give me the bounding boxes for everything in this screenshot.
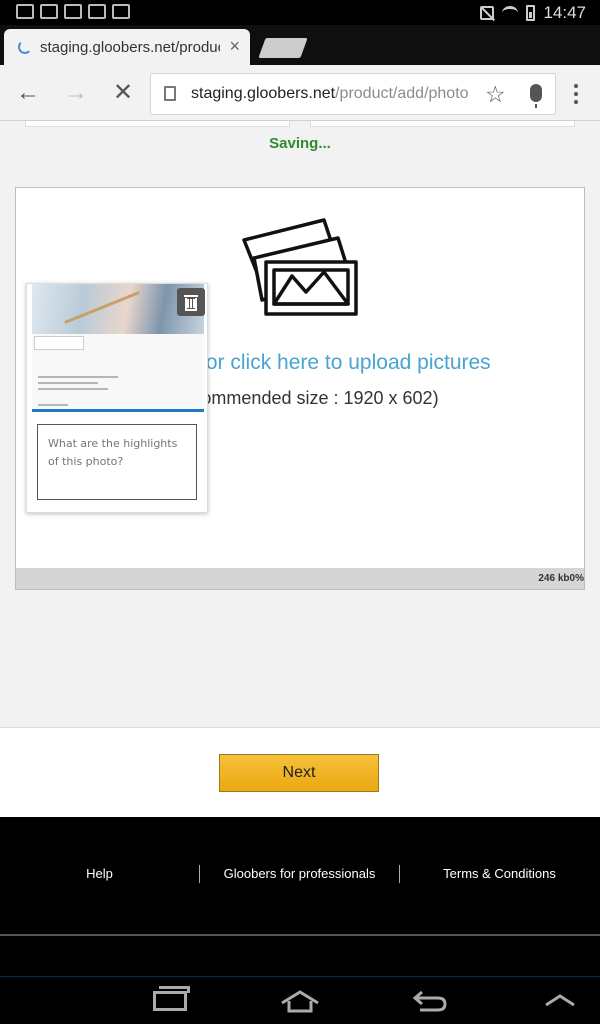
form-field-left	[25, 121, 290, 127]
forward-arrow-icon[interactable]: →	[64, 79, 88, 107]
home-icon[interactable]	[280, 989, 320, 1013]
footer-link-terms[interactable]: Terms & Conditions	[400, 866, 599, 881]
back-icon[interactable]	[412, 989, 448, 1013]
footer-link-help[interactable]: Help	[0, 866, 199, 881]
gmail-icon	[16, 4, 34, 19]
stop-loading-icon[interactable]: ✕	[113, 79, 133, 107]
messages-icon	[40, 4, 58, 19]
close-tab-icon[interactable]: ×	[229, 36, 240, 57]
status-bar: 14:47	[0, 0, 600, 25]
form-field-right	[310, 121, 575, 127]
thumbnail-line	[38, 388, 108, 390]
delete-photo-button[interactable]	[177, 288, 205, 316]
tab-title: staging.gloobers.net/product/add/photo	[40, 38, 220, 56]
bookmark-star-icon[interactable]: ☆	[485, 81, 506, 108]
thumbnail-line	[38, 382, 98, 384]
browser-toolbar: ← → ✕ staging.gloobers.net/product/add/p…	[0, 65, 600, 121]
page-icon	[164, 86, 176, 101]
thumbnail-edit-box	[34, 336, 84, 350]
browser-tab[interactable]: staging.gloobers.net/product/add/photo ×	[4, 29, 250, 65]
overflow-menu-icon[interactable]	[574, 84, 578, 104]
battery-icon	[526, 5, 536, 21]
notification-icons	[16, 4, 130, 19]
photo-caption-input[interactable]	[37, 424, 197, 500]
next-button[interactable]: Next	[219, 754, 379, 792]
page-content: Saving... Drop files or click here to up…	[0, 121, 600, 817]
tab-strip: staging.gloobers.net/product/add/photo ×	[0, 25, 600, 65]
screen: 14:47 staging.gloobers.net/product/add/p…	[0, 0, 600, 1024]
pictures-icon	[242, 218, 358, 316]
site-footer: Help Gloobers for professionals Terms & …	[0, 817, 600, 978]
url-host: staging.gloobers.net	[191, 85, 336, 102]
url-text[interactable]: staging.gloobers.net/product/add/photo	[191, 85, 479, 103]
system-icons: 14:47	[480, 3, 586, 23]
url-path: /product/add/photo	[335, 85, 469, 102]
back-arrow-icon[interactable]: ←	[16, 79, 40, 107]
photo-dropzone[interactable]: Drop files or click here to upload pictu…	[15, 187, 585, 590]
photo-card	[26, 283, 208, 513]
upload-progress-bar: 246 kb0%	[16, 568, 584, 589]
address-bar[interactable]: staging.gloobers.net/product/add/photo ☆	[150, 73, 556, 115]
new-tab-button[interactable]	[258, 38, 308, 58]
system-nav-bar	[0, 977, 600, 1024]
photos-icon	[64, 4, 82, 19]
thumbnail-line	[38, 376, 118, 378]
loading-spinner-icon	[18, 40, 32, 54]
wifi-icon	[502, 6, 519, 20]
trash-icon	[184, 295, 198, 297]
mute-icon	[480, 6, 495, 20]
clock: 14:47	[543, 3, 586, 22]
footer-divider	[0, 934, 600, 936]
form-actions: Next	[0, 727, 600, 817]
footer-link-professionals[interactable]: Gloobers for professionals	[200, 866, 399, 881]
saving-status: Saving...	[269, 135, 331, 152]
chevron-up-icon[interactable]	[544, 993, 576, 1007]
store-icon	[88, 4, 106, 19]
upload-progress-label: 246 kb0%	[538, 573, 584, 584]
play-store-icon	[112, 4, 130, 19]
recent-apps-icon[interactable]	[153, 986, 190, 1011]
microphone-icon[interactable]	[530, 84, 542, 108]
thumbnail-line	[38, 404, 68, 406]
